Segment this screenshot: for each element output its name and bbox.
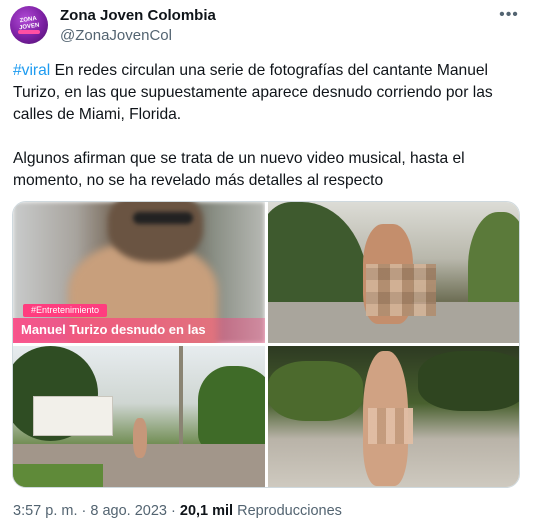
- tweet-text: #viral En redes circulan una serie de fo…: [13, 60, 518, 192]
- avatar[interactable]: ZONA JOVEN: [10, 6, 48, 44]
- tweet-paragraph-1: #viral En redes circulan una serie de fo…: [13, 60, 518, 126]
- tweet-time[interactable]: 3:57 p. m.: [13, 503, 77, 519]
- pixelated-censor: [368, 408, 413, 444]
- meta-separator: ·: [77, 503, 91, 519]
- category-label: #Entretenimiento: [23, 304, 108, 317]
- more-horizontal-icon[interactable]: •••: [499, 7, 519, 26]
- photo-caption: Manuel Turizo desnudo en las: [21, 322, 206, 337]
- tweet-date[interactable]: 8 ago. 2023: [90, 503, 167, 519]
- user-handle[interactable]: @ZonaJovenCol: [60, 26, 216, 46]
- hashtag-link[interactable]: #viral: [13, 62, 50, 79]
- meta-separator: ·: [166, 503, 180, 519]
- author-names: Zona Joven Colombia @ZonaJovenCol: [60, 6, 216, 46]
- views-count: 20,1 mil: [179, 503, 234, 519]
- media-photo-4[interactable]: [268, 346, 519, 487]
- media-photo-3[interactable]: [13, 346, 265, 487]
- display-name[interactable]: Zona Joven Colombia: [60, 6, 216, 26]
- views-label: Reproducciones: [233, 503, 342, 519]
- tweet-meta: 3:57 p. m. · 8 ago. 2023 · 20,1 mil Repr…: [13, 502, 342, 520]
- media-grid: #Entretenimiento Manuel Turizo desnudo e…: [12, 201, 520, 488]
- tweet-header: ZONA JOVEN Zona Joven Colombia @ZonaJove…: [10, 6, 525, 46]
- avatar-logo-bar: [18, 30, 40, 34]
- tweet-paragraph-1-text: En redes circulan una serie de fotografí…: [13, 62, 493, 123]
- pixelated-censor: [366, 264, 436, 316]
- media-photo-1[interactable]: #Entretenimiento Manuel Turizo desnudo e…: [13, 202, 265, 343]
- tweet-paragraph-2: Algunos afirman que se trata de un nuevo…: [13, 150, 465, 189]
- media-photo-2[interactable]: [268, 202, 519, 343]
